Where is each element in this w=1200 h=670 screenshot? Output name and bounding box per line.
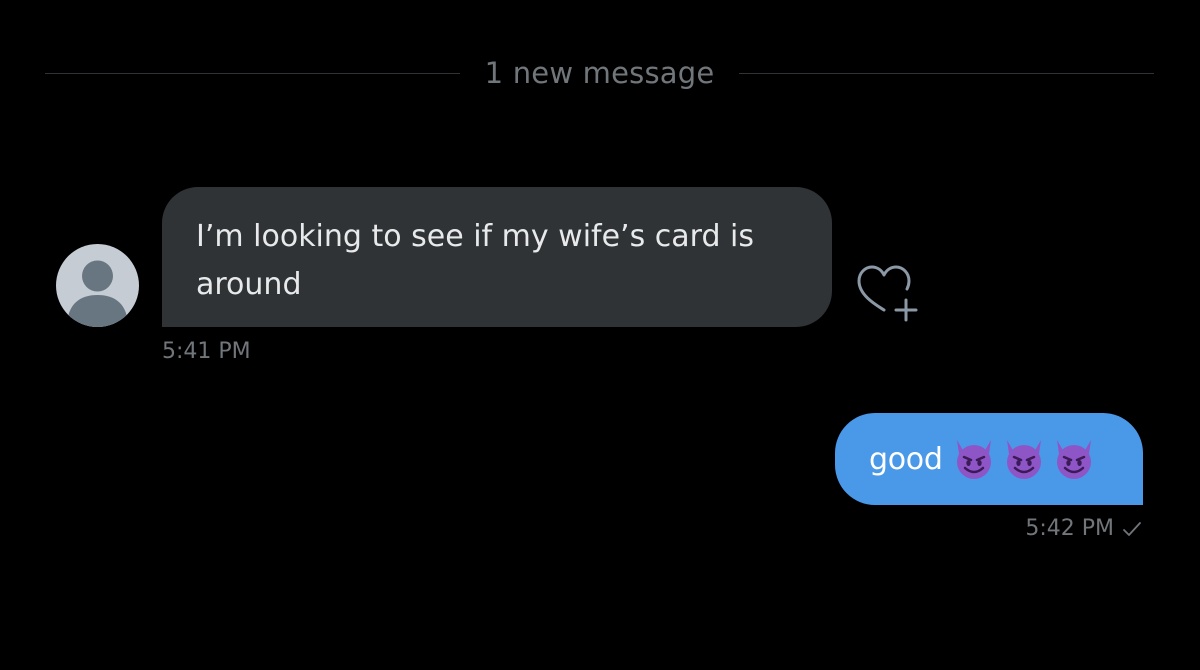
add-reaction-button[interactable] bbox=[852, 262, 922, 324]
outgoing-timestamp: 5:42 PM bbox=[1025, 514, 1142, 544]
default-profile-icon bbox=[67, 260, 128, 327]
smiling-devil-emoji bbox=[951, 436, 997, 488]
new-message-label: 1 new message bbox=[484, 56, 715, 90]
outgoing-message-text: good bbox=[869, 441, 943, 477]
sender-avatar[interactable] bbox=[56, 244, 139, 327]
new-message-divider: 1 new message bbox=[45, 50, 1155, 96]
divider-line-left bbox=[45, 72, 460, 74]
incoming-message-bubble[interactable]: I’m looking to see if my wife’s card is … bbox=[162, 187, 832, 327]
outgoing-message-bubble[interactable]: good bbox=[835, 413, 1143, 505]
smiling-devil-emoji bbox=[1051, 436, 1097, 488]
incoming-message-text: I’m looking to see if my wife’s card is … bbox=[196, 219, 754, 302]
checkmark-icon bbox=[1123, 522, 1141, 536]
heart-plus-icon bbox=[857, 265, 918, 322]
outgoing-time-label: 5:42 PM bbox=[1025, 516, 1114, 541]
incoming-timestamp: 5:41 PM bbox=[162, 339, 251, 364]
smiling-devil-emoji bbox=[1001, 436, 1047, 488]
divider-line-right bbox=[739, 72, 1155, 74]
